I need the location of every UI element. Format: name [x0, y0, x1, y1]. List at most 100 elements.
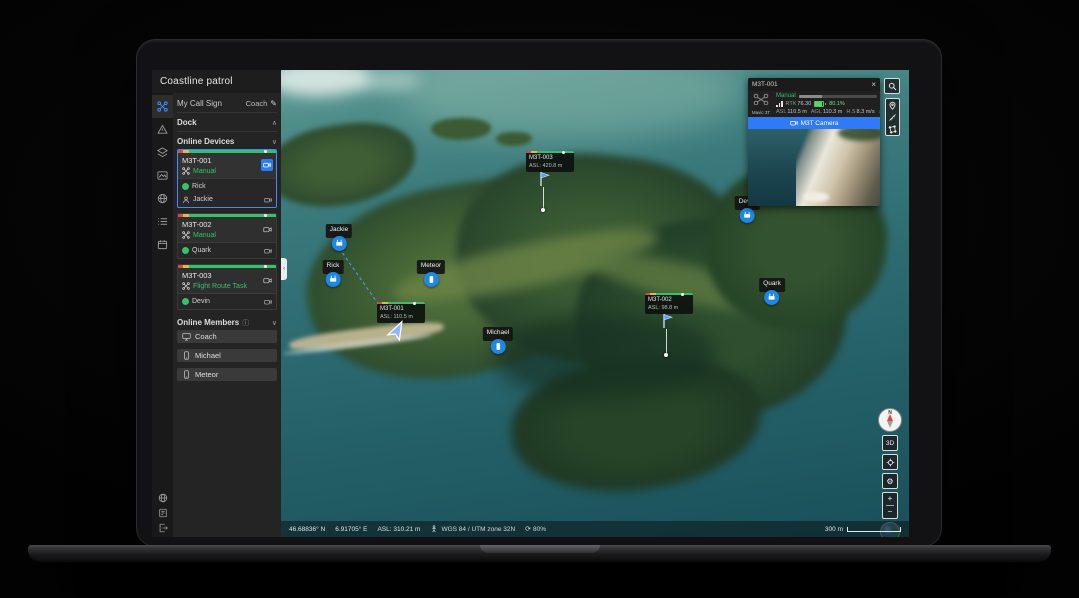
nav-live-globe[interactable]	[152, 187, 173, 210]
phone-icon	[182, 370, 191, 379]
device-mode: Flight Route Task	[193, 283, 247, 290]
device-battery-bar	[178, 265, 276, 268]
dock-section-label: Dock	[177, 118, 197, 127]
asl-value: ASL: 310.21 m	[377, 526, 420, 533]
rtk-value: 76.30	[797, 101, 811, 107]
gimbal-slider[interactable]	[799, 95, 877, 98]
camera-icon	[263, 161, 271, 169]
compass[interactable]: N	[878, 408, 902, 432]
drone-battery-bar	[526, 151, 574, 153]
gear-icon: ⚙	[886, 477, 893, 486]
latitude-value: 46.68836° N	[289, 526, 325, 533]
nav-media[interactable]	[152, 164, 173, 187]
device-card-m3t-002[interactable]: M3T-002 Manual Quark	[177, 213, 277, 259]
device-video-button[interactable]	[261, 223, 273, 235]
drone-name: M3T-001	[377, 304, 425, 313]
drone-marker-label-m3t-003[interactable]: M3T-003 ASL: 420.8 m	[526, 151, 574, 172]
measure-tool-button[interactable]	[886, 111, 899, 123]
dock-section-header[interactable]: Dock ∧	[177, 115, 277, 130]
map-settings-button[interactable]: ⚙	[882, 473, 898, 489]
altitude-line	[666, 329, 667, 354]
battery-percent: 80.1%	[829, 101, 845, 107]
video-window-header[interactable]: M3T-001 ×	[748, 78, 880, 91]
map-scale: 300 m	[825, 526, 901, 533]
zoom-out-button[interactable]: −	[888, 506, 893, 518]
locate-button[interactable]	[882, 454, 898, 470]
drone-marker-label-m3t-002[interactable]: M3T-002 ASL: 98.8 m	[645, 293, 693, 314]
nav-schedule[interactable]	[152, 233, 173, 256]
crew-row[interactable]: Quark	[178, 244, 276, 257]
ground-point	[664, 353, 668, 357]
panel-collapse-handle[interactable]: ‹	[281, 258, 287, 280]
call-sign-label: My Call Sign	[177, 99, 222, 108]
project-title: Coastline patrol	[152, 70, 281, 93]
nav-task-list[interactable]	[152, 210, 173, 233]
ground-point	[541, 208, 545, 212]
nav-devices[interactable]	[152, 95, 173, 118]
drone-battery-bar	[645, 293, 693, 295]
map-tools	[884, 78, 900, 136]
language-button[interactable]	[158, 493, 168, 503]
logout-button[interactable]	[158, 523, 168, 533]
divider	[177, 131, 277, 132]
chevron-down-icon[interactable]: ∨	[272, 319, 277, 327]
camera-icon	[790, 119, 798, 127]
camera-icon[interactable]	[264, 247, 272, 255]
globe-icon	[157, 193, 168, 204]
crew-row[interactable]: Devin	[178, 295, 276, 308]
view-3d-button[interactable]: 3D	[882, 435, 898, 451]
nav-layers[interactable]	[152, 141, 173, 164]
member-row-meteor[interactable]: Meteor	[177, 368, 277, 381]
nav-missions[interactable]	[152, 118, 173, 141]
asl-label: ASL	[776, 109, 786, 115]
agl-value: 110.3 m	[823, 109, 842, 115]
device-card-m3t-003[interactable]: M3T-003 Flight Route Task	[177, 264, 277, 310]
rtk-label: RTK	[786, 101, 797, 107]
map-pin-jackie[interactable]: Jackie	[326, 224, 352, 251]
map-3d-view[interactable]: ‹ Jackie Rick Meteor	[281, 70, 909, 537]
zoom-in-button[interactable]: +	[888, 493, 893, 505]
camera-icon[interactable]	[264, 196, 272, 204]
member-row-michael[interactable]: Michael	[177, 349, 277, 362]
chevron-up-icon[interactable]: ∧	[272, 119, 277, 127]
globe-icon	[158, 493, 168, 503]
chevron-down-icon[interactable]: ∨	[272, 138, 277, 146]
annotation-tool-group	[885, 98, 900, 136]
edit-call-sign-button[interactable]: ✎	[270, 99, 277, 108]
crew-row[interactable]: Rick	[178, 180, 276, 193]
online-avatar	[182, 247, 189, 254]
info-icon[interactable]: ⓘ	[242, 318, 249, 328]
camera-icon[interactable]	[264, 298, 272, 306]
map-pin-rick[interactable]: Rick	[323, 260, 344, 287]
map-pin-meteor[interactable]: Meteor	[417, 260, 445, 287]
map-pin-quark[interactable]: Quark	[759, 278, 785, 305]
app-screen: Coastline patrol	[152, 70, 909, 537]
crew-row[interactable]: Jackie	[178, 193, 276, 206]
drone-flag-icon-m3t-003[interactable]	[537, 171, 551, 187]
drone-flag-icon-m3t-002[interactable]	[660, 313, 674, 329]
map-pin-michael[interactable]: Michael	[483, 327, 513, 354]
datum-item[interactable]: WGS 84 / UTM zone 32N	[430, 525, 515, 533]
video-feed[interactable]	[748, 129, 880, 206]
device-card-m3t-001[interactable]: M3T-001 Manual Rick	[177, 149, 277, 208]
report-button[interactable]	[158, 508, 168, 518]
close-icon[interactable]: ×	[871, 81, 876, 89]
flight-mode: Manual	[776, 93, 796, 99]
battery-icon	[814, 101, 826, 107]
online-devices-header[interactable]: Online Devices ∨	[177, 134, 277, 149]
device-video-button[interactable]	[261, 159, 273, 171]
video-window[interactable]: M3T-001 × Mavic 3T Manual	[748, 78, 880, 206]
polygon-tool-button[interactable]	[886, 123, 899, 135]
hs-value: 8.3 m/s	[857, 109, 875, 115]
map-view-controls: N 3D ⚙ + −	[878, 408, 902, 537]
video-window-title: M3T-001	[752, 81, 778, 88]
dock-icon	[325, 272, 340, 287]
scale-bar	[847, 527, 901, 532]
search-button[interactable]	[884, 78, 900, 94]
crew-name: Quark	[192, 247, 211, 254]
pin-tool-button[interactable]	[886, 99, 899, 111]
m3t-camera-button[interactable]: M3T Camera	[748, 117, 880, 129]
device-video-button[interactable]	[261, 274, 273, 286]
online-members-header[interactable]: Online Members ⓘ ∨	[177, 315, 277, 330]
member-row-coach[interactable]: Coach	[177, 330, 277, 343]
